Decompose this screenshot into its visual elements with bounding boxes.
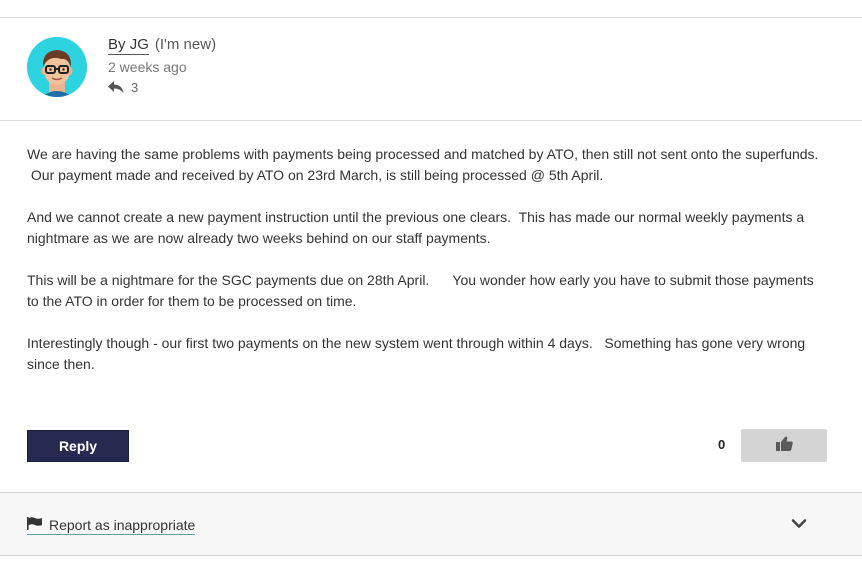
- author-rank: (I'm new): [154, 36, 217, 53]
- thumbs-up-icon: [775, 436, 793, 456]
- flag-icon: [27, 517, 43, 533]
- avatar-face-icon: [27, 37, 87, 97]
- kudos-count: 0: [718, 437, 726, 452]
- post-paragraph: This will be a nightmare for the SGC pay…: [27, 272, 818, 309]
- kudos-button[interactable]: [741, 429, 827, 462]
- reply-arrow-icon: [108, 81, 124, 94]
- author-line: By JG (I'm new): [108, 36, 217, 55]
- report-label: Report as inappropriate: [49, 517, 196, 533]
- post-timestamp: 2 weeks ago: [108, 59, 187, 75]
- reply-count-value: 3: [131, 80, 139, 95]
- reply-button[interactable]: Reply: [27, 430, 129, 462]
- chevron-down-icon[interactable]: [791, 517, 807, 529]
- author-name: JG: [129, 36, 149, 53]
- forum-post: By JG (I'm new) 2 weeks ago 3 We are havi…: [0, 0, 862, 575]
- post-paragraph: We are having the same problems with pay…: [27, 146, 819, 183]
- post-footer: Report as inappropriate: [0, 492, 862, 556]
- avatar[interactable]: [27, 37, 87, 97]
- post-body: We are having the same problems with pay…: [27, 144, 827, 396]
- divider: [0, 120, 862, 121]
- post-paragraph: And we cannot create a new payment instr…: [27, 209, 809, 246]
- post-header: By JG (I'm new) 2 weeks ago 3: [0, 18, 862, 120]
- author-link[interactable]: By JG: [108, 36, 149, 55]
- reply-count[interactable]: 3: [108, 80, 138, 95]
- report-link[interactable]: Report as inappropriate: [27, 517, 196, 535]
- post-paragraph: Interestingly though - our first two pay…: [27, 335, 810, 372]
- author-prefix: By: [108, 36, 130, 53]
